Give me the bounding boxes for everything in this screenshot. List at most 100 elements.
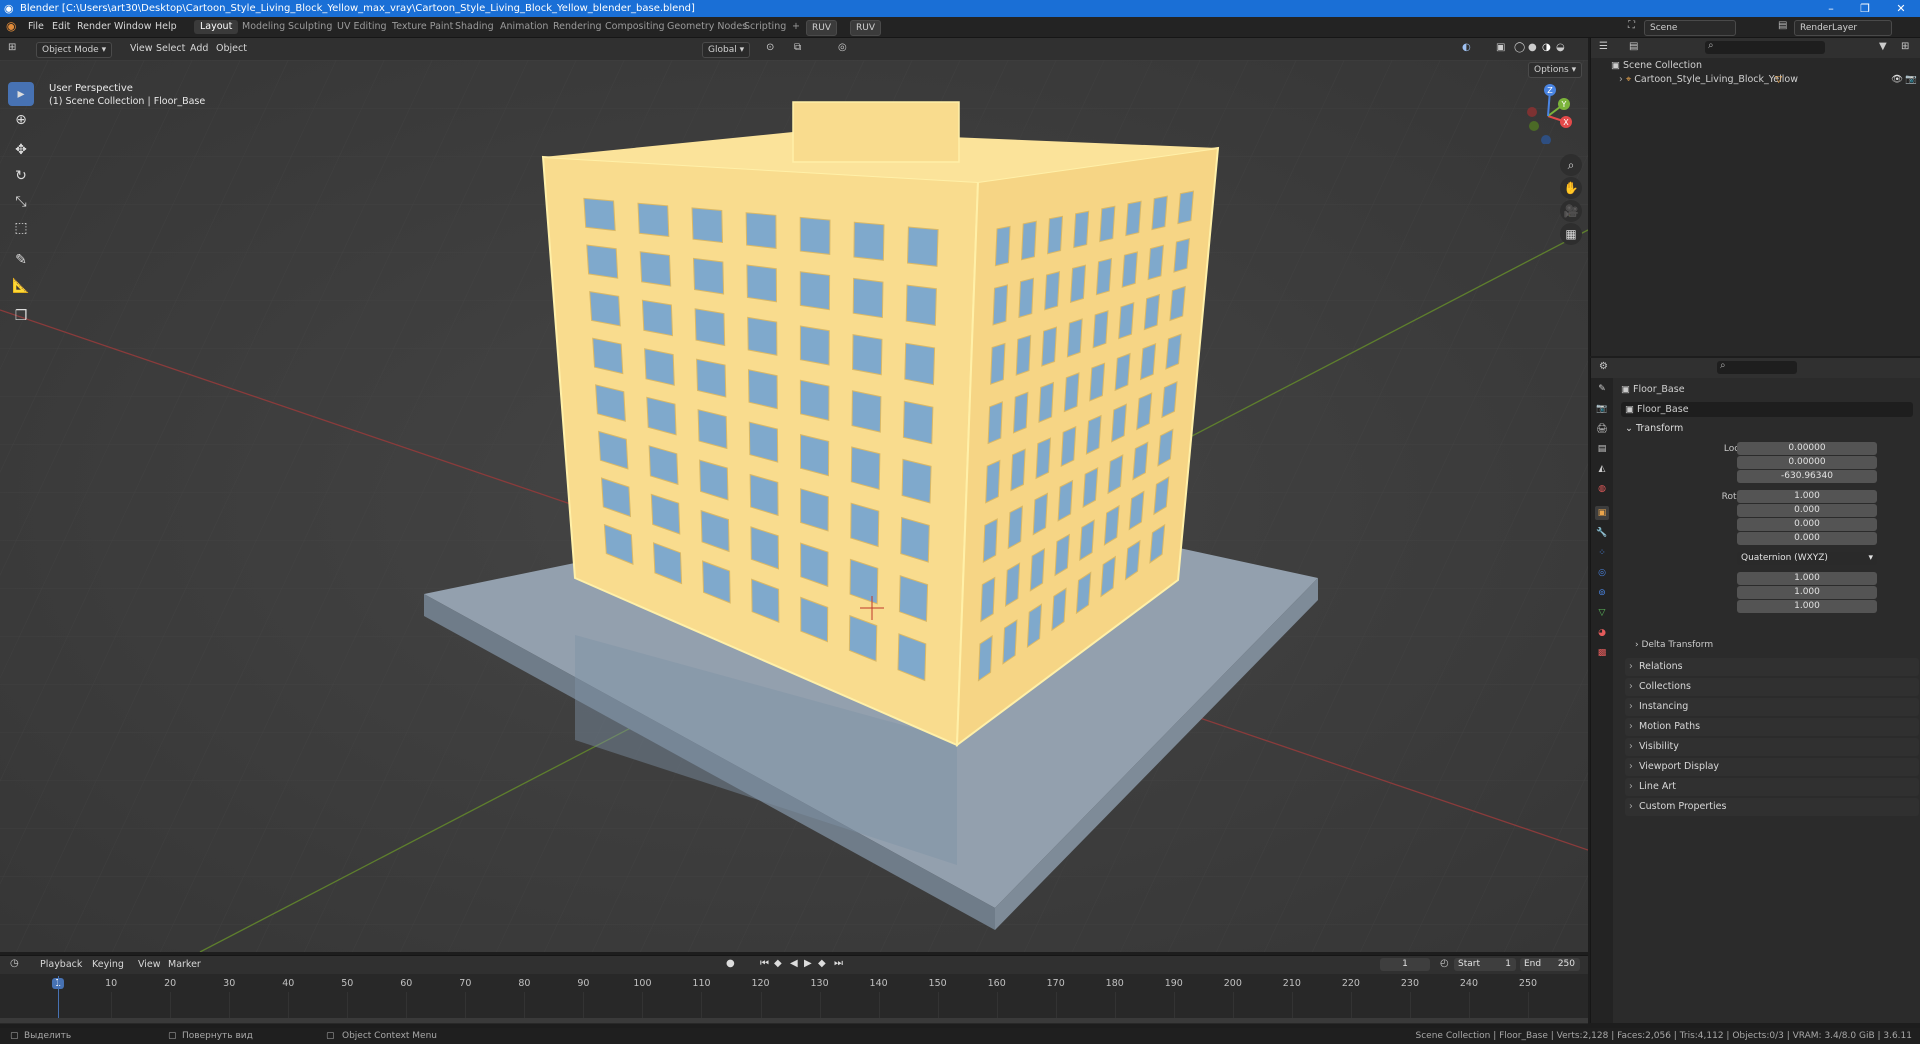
new-collection-icon[interactable]: ⊞	[1901, 41, 1909, 52]
scale-z-field[interactable]: 1.000	[1737, 600, 1877, 613]
menu-select[interactable]: Select	[152, 42, 189, 56]
timeline-ruler[interactable]: 1102030405060708090100110120130140150160…	[0, 956, 1588, 1024]
tool-measure[interactable]: 📐	[8, 274, 34, 298]
editor-type-icon[interactable]: ⊞	[8, 42, 16, 53]
3d-viewport[interactable]: User Perspective (1) Scene Collection | …	[0, 60, 1588, 952]
menu-file[interactable]: File	[24, 20, 48, 34]
render-camera-icon[interactable]: 📷	[1905, 74, 1917, 85]
constraints-tab-icon[interactable]: ⊚	[1595, 586, 1609, 600]
pan-view-button[interactable]: ✋	[1560, 177, 1582, 199]
render-tab-icon[interactable]: 📷	[1595, 402, 1609, 416]
ruv-button-1[interactable]: RUV	[806, 20, 837, 36]
texture-tab-icon[interactable]: ▩	[1595, 646, 1609, 660]
data-tab-icon[interactable]: ▽	[1595, 606, 1609, 620]
maximize-button[interactable]: ❐	[1852, 0, 1878, 17]
section-visibility[interactable]: Visibility	[1625, 738, 1919, 756]
view-layer-tab-icon[interactable]: ▤	[1595, 442, 1609, 456]
location-y-field[interactable]: 0.00000	[1737, 456, 1877, 469]
delta-transform-section[interactable]: › Delta Transform	[1635, 640, 1713, 650]
properties-search-field[interactable]: ⌕	[1717, 360, 1797, 374]
scene-tab-icon[interactable]: ◭	[1595, 462, 1609, 476]
navigation-gizmo[interactable]: X Y Z	[1516, 82, 1576, 144]
data-name-field[interactable]: ▣ Floor_Base	[1621, 402, 1913, 417]
material-tab-icon[interactable]: ◕	[1595, 626, 1609, 640]
menu-render[interactable]: Render	[73, 20, 115, 34]
blender-menu-icon[interactable]: ◉	[6, 19, 16, 33]
transform-section-header[interactable]: ⌄ Transform	[1625, 423, 1683, 434]
physics-tab-icon[interactable]: ◎	[1595, 566, 1609, 580]
ruv-button-2[interactable]: RUV	[850, 20, 881, 36]
tab-uv-editing[interactable]: UV Editing	[331, 20, 393, 34]
scale-x-field[interactable]: 1.000	[1737, 572, 1877, 585]
mode-selector[interactable]: Object Mode ▾	[36, 42, 113, 58]
outliner-editor-icon[interactable]: ☰	[1599, 41, 1608, 52]
tool-add-cube[interactable]: ❒	[8, 304, 34, 328]
camera-view-button[interactable]: 🎥	[1560, 200, 1582, 222]
outliner-search-field[interactable]: ⌕	[1705, 40, 1825, 54]
tab-compositing[interactable]: Compositing	[599, 20, 671, 34]
minimize-button[interactable]: –	[1818, 0, 1844, 17]
location-z-field[interactable]: -630.96340	[1737, 470, 1877, 483]
section-viewport-display[interactable]: Viewport Display	[1625, 758, 1919, 776]
menu-help[interactable]: Help	[151, 20, 181, 34]
shading-material-icon[interactable]: ◑	[1542, 42, 1551, 53]
tab-shading[interactable]: Shading	[449, 20, 500, 34]
rotation-y-field[interactable]: 0.000	[1737, 518, 1877, 531]
rotation-z-field[interactable]: 0.000	[1737, 532, 1877, 545]
tool-tab-icon[interactable]: ✎	[1595, 382, 1609, 396]
snap-icon[interactable]: ⧉	[794, 42, 801, 53]
menu-edit[interactable]: Edit	[48, 20, 74, 34]
menu-window[interactable]: Window	[110, 20, 155, 34]
menu-object[interactable]: Object	[212, 42, 251, 56]
outliner-root-row[interactable]: ▣ Scene Collection	[1611, 60, 1702, 71]
tool-move[interactable]: ✥	[8, 138, 34, 162]
tool-cursor[interactable]: ⊕	[8, 108, 34, 132]
tab-layout[interactable]: Layout	[194, 20, 239, 34]
particles-tab-icon[interactable]: ⁘	[1595, 546, 1609, 560]
tool-select-box[interactable]: ▸	[8, 82, 34, 106]
object-tab-icon[interactable]: ▣	[1595, 506, 1609, 520]
options-dropdown[interactable]: Options ▾	[1528, 62, 1583, 78]
overlays-icon[interactable]: ◐	[1462, 42, 1471, 53]
scale-y-field[interactable]: 1.000	[1737, 586, 1877, 599]
visibility-eye-icon[interactable]: 👁	[1891, 74, 1903, 85]
modifier-tab-icon[interactable]: 🔧	[1595, 526, 1609, 540]
scene-selector[interactable]: Scene	[1644, 20, 1736, 36]
rotation-w-field[interactable]: 1.000	[1737, 490, 1877, 503]
properties-editor-icon[interactable]: ⚙	[1599, 361, 1608, 372]
render-layer-selector[interactable]: RenderLayer	[1794, 20, 1892, 36]
tool-annotate[interactable]: ✎	[8, 248, 34, 272]
section-relations[interactable]: Relations	[1625, 658, 1919, 676]
rotation-mode-dropdown[interactable]: Quaternion (WXYZ) ▾	[1737, 552, 1877, 565]
ortho-toggle-button[interactable]: ▦	[1560, 223, 1582, 245]
zoom-view-button[interactable]: ⌕	[1560, 154, 1582, 176]
tab-animation[interactable]: Animation	[494, 20, 554, 34]
display-mode-icon[interactable]: ▤	[1629, 41, 1638, 52]
outliner-item[interactable]: › ⌖ Cartoon_Style_Living_Block_Yellow ▽ …	[1619, 74, 1917, 85]
tab-sculpting[interactable]: Sculpting	[282, 20, 338, 34]
output-tab-icon[interactable]: 🖨	[1595, 422, 1609, 436]
shading-rendered-icon[interactable]: ◒	[1556, 42, 1565, 53]
tool-rotate[interactable]: ↻	[8, 164, 34, 188]
transform-orientation-selector[interactable]: Global ▾	[702, 42, 751, 58]
world-tab-icon[interactable]: ◍	[1595, 482, 1609, 496]
tab-scripting[interactable]: Scripting	[738, 20, 792, 34]
section-custom-properties[interactable]: Custom Properties	[1625, 798, 1919, 816]
rotation-x-field[interactable]: 0.000	[1737, 504, 1877, 517]
tool-transform[interactable]: ⬚	[8, 216, 34, 240]
section-collections[interactable]: Collections	[1625, 678, 1919, 696]
tool-scale[interactable]: ⤡	[8, 190, 34, 214]
timeline-scrollbar[interactable]	[0, 1018, 1588, 1023]
add-workspace-button[interactable]: +	[786, 20, 806, 34]
xray-icon[interactable]: ▣	[1496, 42, 1505, 53]
proportional-edit-icon[interactable]: ◎	[838, 42, 847, 53]
shading-wire-icon[interactable]: ◯	[1514, 42, 1525, 53]
filter-icon[interactable]: ▼	[1879, 41, 1887, 52]
shading-solid-icon[interactable]: ●	[1528, 42, 1537, 53]
section-motion-paths[interactable]: Motion Paths	[1625, 718, 1919, 736]
close-button[interactable]: ✕	[1888, 0, 1914, 17]
location-x-field[interactable]: 0.00000	[1737, 442, 1877, 455]
pivot-icon[interactable]: ⊙	[766, 42, 774, 53]
section-instancing[interactable]: Instancing	[1625, 698, 1919, 716]
menu-add[interactable]: Add	[186, 42, 212, 56]
